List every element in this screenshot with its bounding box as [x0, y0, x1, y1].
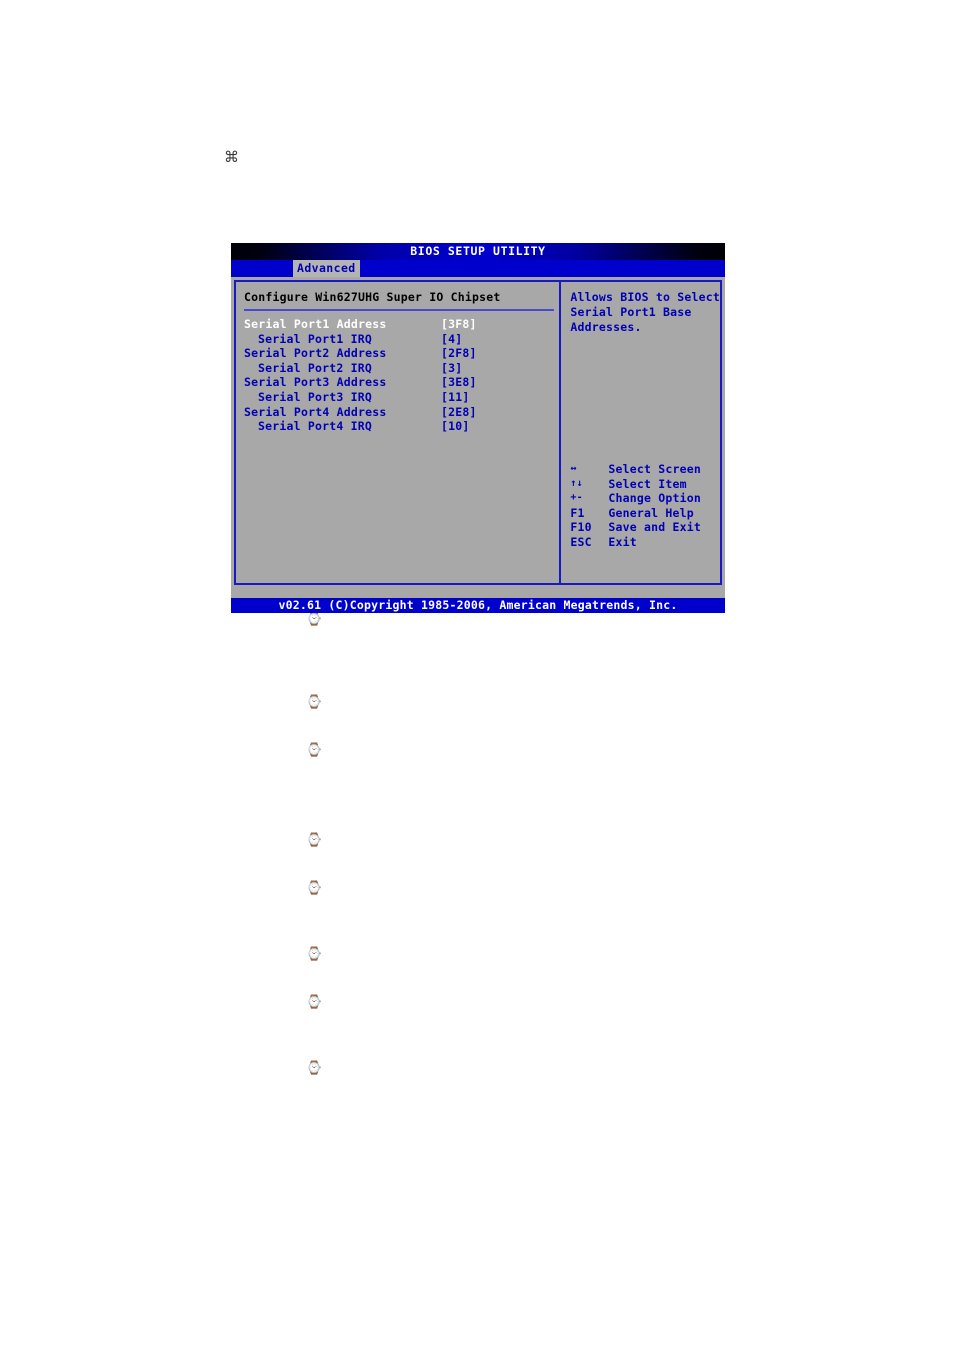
clock-glyph: ⌚ [306, 1061, 323, 1076]
command-glyph: ⌘ [224, 148, 239, 166]
setting-value[interactable]: [3F8] [441, 317, 477, 331]
setting-label: Serial Port2 IRQ [258, 360, 372, 375]
nav-key-f1: F1 [570, 505, 585, 520]
setting-value[interactable]: [4] [441, 332, 462, 346]
nav-key-f10: F10 [570, 520, 592, 535]
help-line: Allows BIOS to Select [570, 290, 720, 304]
setting-label: Serial Port4 Address [244, 404, 387, 419]
nav-key-description: Select Screen [608, 462, 701, 476]
setting-value[interactable]: [3] [441, 361, 462, 375]
nav-key-up-down-arrow-icon: ↑↓ [570, 477, 583, 489]
setting-label: Serial Port1 Address [244, 317, 387, 331]
nav-key-left-right-arrow-icon: ↔ [570, 463, 577, 474]
bios-body-area: Configure Win627UHG Super IO Chipset Ser… [231, 277, 725, 595]
setting-label: Serial Port3 IRQ [258, 389, 372, 404]
nav-key-description: Change Option [608, 491, 701, 506]
help-text: Allows BIOS to Select Serial Port1 Base Ad… [570, 290, 720, 335]
bios-setup-window: BIOS SETUP UTILITY Advanced Configure Wi… [231, 243, 725, 613]
bios-content-panel: Configure Win627UHG Super IO Chipset Ser… [234, 280, 722, 585]
setting-row[interactable]: Serial Port1 IRQ [4] [244, 332, 559, 347]
setting-label: Serial Port1 IRQ [258, 331, 372, 346]
setting-label: Serial Port3 Address [244, 375, 387, 390]
setting-label: Serial Port4 IRQ [258, 419, 372, 434]
bios-menu-bar: Advanced [231, 260, 725, 277]
clock-glyph: ⌚ [306, 695, 323, 710]
setting-row[interactable]: Serial Port3 IRQ [11] [244, 390, 559, 405]
setting-label: Serial Port2 Address [244, 346, 387, 361]
help-line: Addresses. [570, 320, 642, 334]
tab-advanced[interactable]: Advanced [293, 260, 360, 277]
settings-list: Serial Port1 Address [3F8] Serial Port1 IR… [244, 317, 559, 434]
clock-glyph: ⌚ [306, 881, 323, 896]
clock-glyph: ⌚ [306, 743, 323, 758]
setting-row[interactable]: Serial Port1 Address [3F8] [244, 317, 559, 332]
nav-key-description: Select Item [608, 476, 687, 491]
setting-row[interactable]: Serial Port2 Address [2F8] [244, 346, 559, 361]
nav-key-description: Exit [608, 534, 637, 549]
bios-footer-bar: v02.61 (C)Copyright 1985-2006, American … [231, 598, 725, 613]
nav-key-description: General Help [608, 505, 694, 520]
footer-copyright: v02.61 (C)Copyright 1985-2006, American … [278, 598, 678, 612]
section-divider [244, 309, 554, 311]
setting-row[interactable]: Serial Port3 Address [3E8] [244, 375, 559, 390]
setting-row[interactable]: Serial Port4 Address [2E8] [244, 405, 559, 420]
setting-row[interactable]: Serial Port2 IRQ [3] [244, 361, 559, 376]
setting-value[interactable]: [2E8] [441, 405, 477, 419]
settings-panel: Configure Win627UHG Super IO Chipset Ser… [236, 282, 562, 583]
help-line: Serial Port1 Base [570, 305, 692, 319]
setting-value[interactable]: [3E8] [441, 375, 477, 389]
clock-glyph: ⌚ [306, 612, 323, 627]
setting-value[interactable]: [10] [441, 419, 470, 433]
setting-value[interactable]: [2F8] [441, 346, 477, 360]
nav-key-esc: ESC [570, 534, 592, 549]
setting-value[interactable]: [11] [441, 390, 470, 404]
help-panel: Allows BIOS to Select Serial Port1 Base Ad… [561, 282, 720, 583]
clock-glyph: ⌚ [306, 947, 323, 962]
setting-row[interactable]: Serial Port4 IRQ [10] [244, 419, 559, 434]
clock-glyph: ⌚ [306, 995, 323, 1010]
clock-glyph: ⌚ [306, 833, 323, 848]
section-title: Configure Win627UHG Super IO Chipset [244, 290, 501, 304]
nav-key-plus-minus: +- [570, 492, 583, 504]
nav-key-description: Save and Exit [608, 520, 701, 535]
bios-title: BIOS SETUP UTILITY [410, 244, 546, 258]
bios-title-bar: BIOS SETUP UTILITY [231, 243, 725, 260]
